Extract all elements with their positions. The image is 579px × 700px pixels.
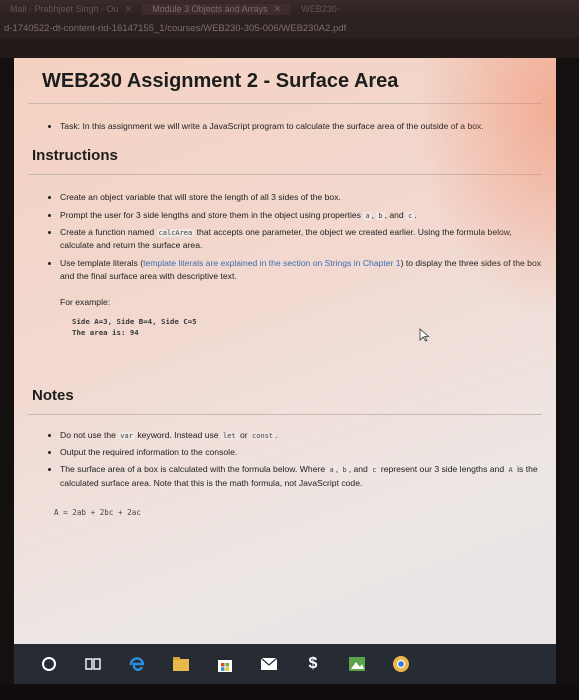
instruction-item: Prompt the user for 3 side lengths and s… [60, 209, 542, 222]
mail-icon[interactable] [258, 653, 280, 675]
close-icon[interactable]: ✕ [125, 4, 133, 14]
note-item: The surface area of a box is calculated … [60, 463, 542, 490]
edge-icon[interactable] [126, 653, 148, 675]
note-item: Output the required information to the c… [60, 446, 542, 459]
example-output: Side A=3, Side B=4, Side C=5 The area is… [72, 317, 197, 337]
notes-divider [28, 413, 542, 415]
page-title: WEB230 Assignment 2 - Surface Area [42, 70, 399, 92]
task-list: Task: In this assignment we will write a… [28, 120, 542, 133]
store-icon[interactable] [214, 653, 236, 675]
code-a: a [363, 211, 372, 220]
instructions-divider [28, 174, 542, 176]
code-b: b [340, 466, 349, 475]
code-let: let [220, 431, 238, 440]
browser-tab-web230[interactable]: WEB230- [291, 4, 350, 14]
file-explorer-icon[interactable] [170, 653, 192, 675]
browser-tab-module[interactable]: Module 3 Objects and Arrays ✕ [142, 3, 292, 15]
browser-tab-mail[interactable]: Mail - Prabhjeet Singh - Ou ✕ [0, 4, 142, 15]
code-var: var [118, 431, 135, 440]
code-b: b [376, 211, 385, 220]
screen-bezel-bottom [0, 684, 579, 700]
code-calcarea: calcArea [156, 228, 195, 237]
code-c: c [406, 211, 415, 220]
instructions-heading: Instructions [32, 147, 118, 165]
close-icon[interactable]: ✕ [274, 4, 282, 14]
instruction-item: Create an object variable that will stor… [60, 191, 542, 204]
code-A: A [506, 466, 515, 475]
example-label: For example: [60, 297, 111, 308]
instruction-item: Create a function named calcArea that ac… [60, 226, 542, 253]
code-const: const [250, 431, 276, 440]
task-item: Task: In this assignment we will write a… [60, 120, 542, 133]
image-app-icon[interactable] [346, 653, 368, 675]
pdf-page: WEB230 Assignment 2 - Surface Area Task:… [14, 58, 556, 644]
title-divider [28, 103, 542, 104]
mouse-cursor-icon [419, 328, 430, 342]
surface-area-formula: A = 2ab + 2bc + 2ac [54, 507, 141, 517]
task-view-icon[interactable] [82, 653, 104, 675]
code-a: a [327, 466, 336, 475]
screen-bezel-left [0, 58, 14, 700]
instruction-item: Use template literals (template literals… [60, 257, 542, 284]
screen-bezel-right [556, 58, 579, 700]
instructions-list: Create an object variable that will stor… [28, 191, 542, 283]
cortana-icon[interactable] [38, 653, 60, 675]
notes-heading: Notes [32, 386, 74, 404]
windows-taskbar: $ [14, 644, 556, 684]
chrome-icon[interactable] [390, 653, 412, 675]
address-bar[interactable]: d-1740522-dt-content-rid-16147155_1/cour… [0, 18, 579, 38]
code-c: c [370, 466, 379, 475]
browser-tab-strip: Mail - Prabhjeet Singh - Ou ✕ Module 3 Ob… [0, 0, 579, 18]
dollar-icon[interactable]: $ [302, 653, 324, 675]
notes-list: Do not use the var keyword. Instead use … [28, 429, 542, 490]
template-literals-link[interactable]: template literals are explained in the s… [143, 258, 400, 268]
note-item: Do not use the var keyword. Instead use … [60, 429, 542, 442]
pdf-toolbar [0, 38, 579, 58]
